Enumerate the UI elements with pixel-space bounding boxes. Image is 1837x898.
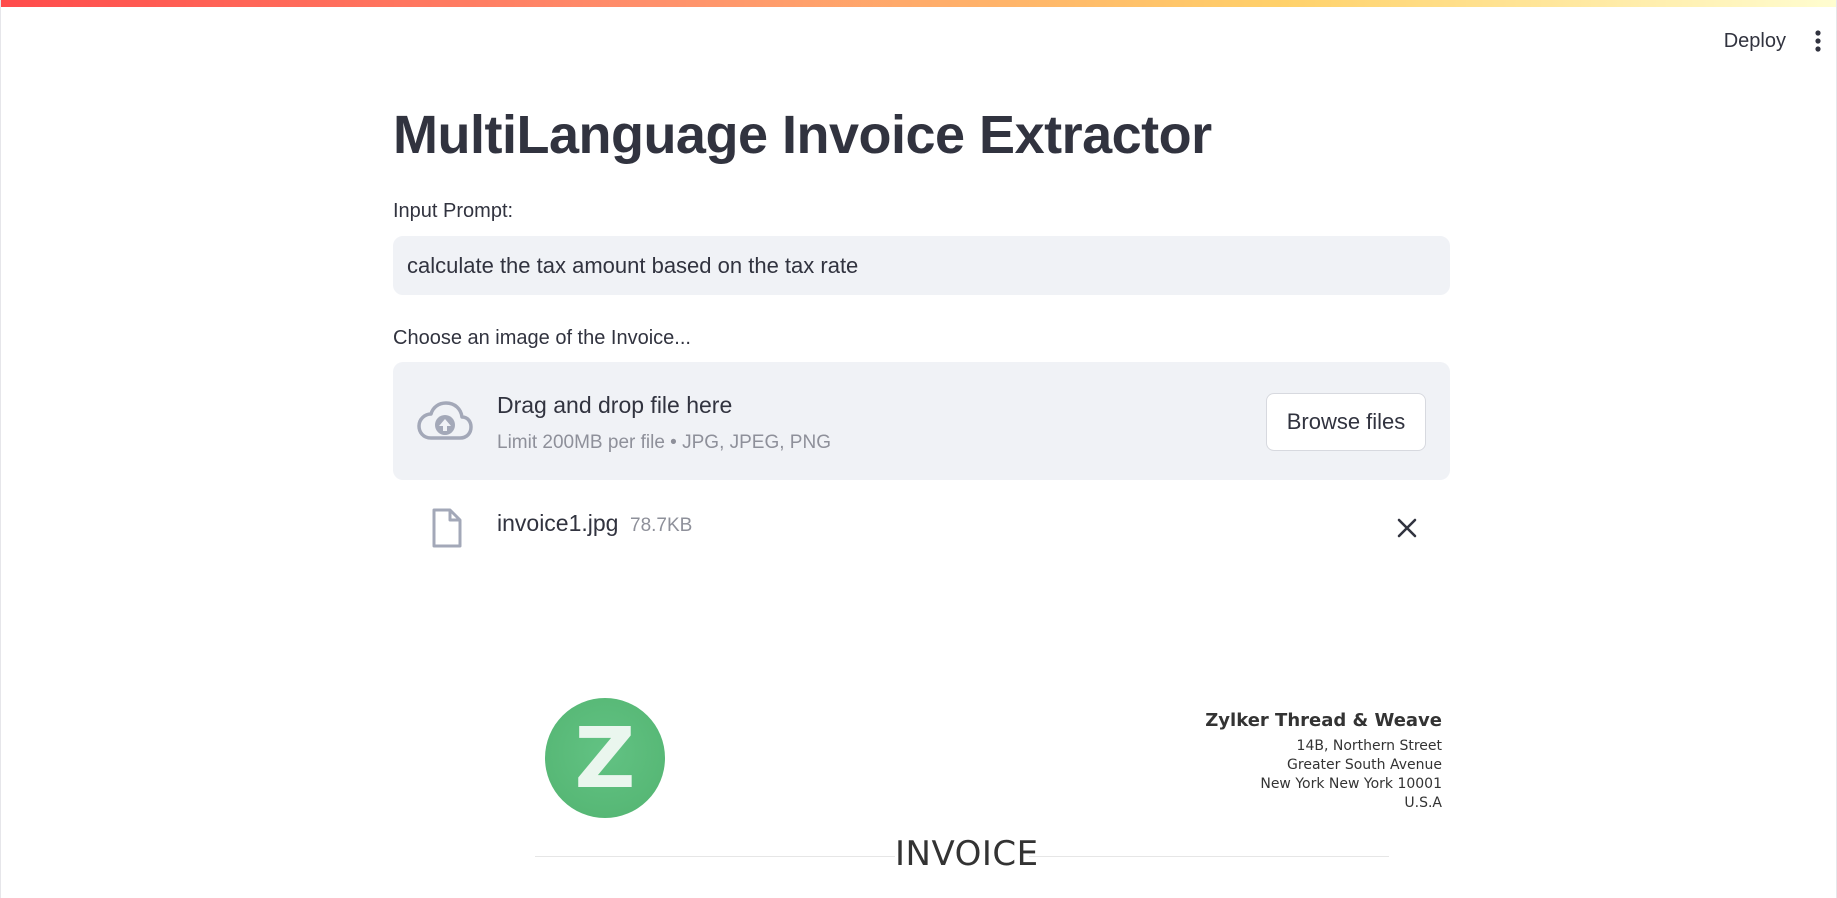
uploaded-file-row: invoice1.jpg 78.7KB: [393, 500, 1450, 556]
invoice-preview-image: Z Zylker Thread & Weave 14B, Northern St…: [455, 638, 1450, 898]
invoice-heading: INVOICE: [895, 834, 1039, 874]
cloud-upload-icon: [417, 400, 473, 444]
prompt-label: Input Prompt:: [393, 200, 514, 222]
header-toolbar: Deploy: [1710, 18, 1836, 64]
page-title: MultiLanguage Invoice Extractor: [393, 105, 1212, 165]
address-line: 14B, Northern Street: [1296, 738, 1442, 754]
company-address-block: Zylker Thread & Weave 14B, Northern Stre…: [1205, 710, 1442, 813]
kebab-menu-icon[interactable]: [1800, 18, 1836, 64]
prompt-input[interactable]: [393, 236, 1450, 295]
file-icon: [429, 508, 463, 548]
browse-files-button[interactable]: Browse files: [1266, 393, 1426, 451]
company-logo-letter: Z: [574, 709, 636, 807]
invoice-divider: [535, 856, 895, 857]
company-logo: Z: [545, 698, 665, 818]
address-line: New York New York 10001: [1260, 776, 1442, 792]
address-line: Greater South Avenue: [1287, 757, 1442, 773]
file-dropzone[interactable]: Drag and drop file here Limit 200MB per …: [393, 362, 1450, 480]
company-name: Zylker Thread & Weave: [1205, 710, 1442, 731]
dropzone-limit-text: Limit 200MB per file • JPG, JPEG, PNG: [497, 432, 831, 453]
deploy-button[interactable]: Deploy: [1710, 22, 1800, 61]
uploaded-file-size: 78.7KB: [630, 515, 693, 536]
address-line: U.S.A: [1404, 795, 1442, 811]
dropzone-title: Drag and drop file here: [497, 392, 733, 418]
invoice-divider: [1029, 856, 1389, 857]
uploader-label: Choose an image of the Invoice...: [393, 327, 691, 349]
uploaded-file-name: invoice1.jpg: [497, 510, 619, 536]
app-window: Deploy MultiLanguage Invoice Extractor I…: [0, 0, 1837, 898]
top-decoration-bar: [1, 0, 1836, 7]
close-icon[interactable]: [1393, 514, 1421, 542]
